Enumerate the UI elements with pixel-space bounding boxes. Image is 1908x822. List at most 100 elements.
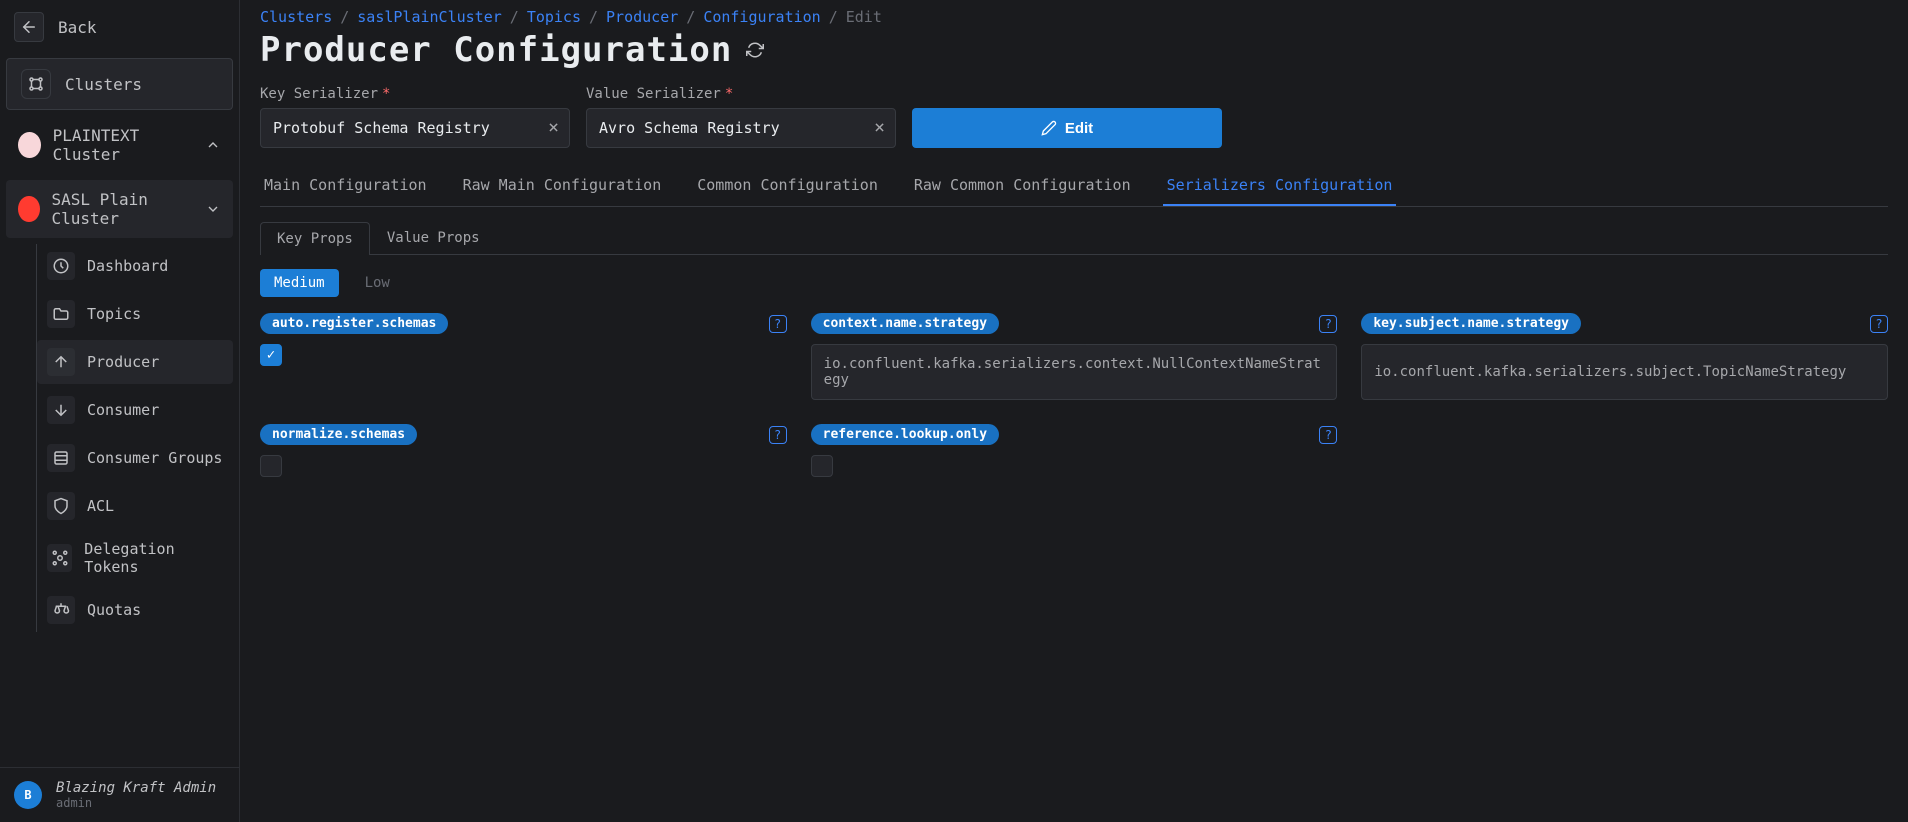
normalize-schemas-checkbox[interactable]: [260, 455, 282, 477]
help-icon[interactable]: ?: [769, 426, 787, 444]
help-icon[interactable]: ?: [1870, 315, 1888, 333]
filter-low[interactable]: Low: [351, 269, 404, 297]
edit-button-label: Edit: [1065, 120, 1093, 137]
key-serializer-label: Key Serializer*: [260, 86, 570, 102]
dashboard-icon: [47, 252, 75, 280]
importance-filters: Medium Low: [260, 269, 1888, 297]
subtab-key-props[interactable]: Key Props: [260, 222, 370, 255]
cluster-sub-items: Dashboard Topics Producer Consumer: [36, 244, 239, 632]
avatar: B: [14, 781, 42, 809]
key-serializer-select[interactable]: Protobuf Schema Registry ×: [260, 108, 570, 148]
breadcrumb: Clusters / saslPlainCluster / Topics / P…: [260, 8, 1888, 26]
key-serializer-value: Protobuf Schema Registry: [273, 119, 490, 137]
sidebar-item-label: Quotas: [87, 601, 141, 619]
producer-icon: [47, 348, 75, 376]
help-icon[interactable]: ?: [1319, 315, 1337, 333]
consumer-icon: [47, 396, 75, 424]
clear-icon[interactable]: ×: [874, 119, 885, 137]
props-grid: auto.register.schemas ? context.name.str…: [260, 313, 1888, 477]
clusters-icon: [21, 69, 51, 99]
config-tabs: Main Configuration Raw Main Configuratio…: [260, 166, 1888, 207]
sidebar-footer[interactable]: B Blazing Kraft Admin admin: [0, 767, 239, 822]
controls-row: Key Serializer* Protobuf Schema Registry…: [260, 86, 1888, 148]
crumb-cluster-name[interactable]: saslPlainCluster: [357, 8, 502, 26]
filter-medium[interactable]: Medium: [260, 269, 339, 297]
back-arrow-icon: [14, 12, 44, 42]
cluster-sasl[interactable]: SASL Plain Cluster: [6, 180, 233, 238]
title-row: Producer Configuration: [260, 30, 1888, 70]
value-serializer-label: Value Serializer*: [586, 86, 896, 102]
prop-key-subject-name-strategy: key.subject.name.strategy ? io.confluent…: [1361, 313, 1888, 400]
edit-button[interactable]: Edit: [912, 108, 1222, 148]
value-serializer-select[interactable]: Avro Schema Registry ×: [586, 108, 896, 148]
prop-name-pill: normalize.schemas: [260, 424, 417, 445]
crumb-clusters[interactable]: Clusters: [260, 8, 332, 26]
tab-raw-main-configuration[interactable]: Raw Main Configuration: [459, 166, 666, 206]
prop-name-pill: key.subject.name.strategy: [1361, 313, 1581, 334]
crumb-sep: /: [686, 8, 695, 26]
pencil-icon: [1041, 120, 1057, 136]
clear-icon[interactable]: ×: [548, 119, 559, 137]
sidebar-top: Back Clusters PLAINTEXT Cluster SASL Pla…: [0, 0, 239, 767]
prop-name-pill: context.name.strategy: [811, 313, 999, 334]
prop-reference-lookup-only: reference.lookup.only ?: [811, 424, 1338, 477]
sidebar-item-acl[interactable]: ACL: [37, 484, 233, 528]
chevron-down-icon: [205, 201, 221, 217]
prop-name-pill: auto.register.schemas: [260, 313, 448, 334]
key-subject-name-strategy-input[interactable]: io.confluent.kafka.serializers.subject.T…: [1361, 344, 1888, 400]
back-button[interactable]: Back: [0, 0, 239, 54]
sidebar-item-label: Dashboard: [87, 257, 168, 275]
sidebar-item-dashboard[interactable]: Dashboard: [37, 244, 233, 288]
cluster-plaintext[interactable]: PLAINTEXT Cluster: [6, 116, 233, 174]
reference-lookup-only-checkbox[interactable]: [811, 455, 833, 477]
delegation-tokens-icon: [47, 544, 72, 572]
clusters-label: Clusters: [65, 75, 142, 94]
crumb-sep: /: [340, 8, 349, 26]
quotas-icon: [47, 596, 75, 624]
sidebar-item-label: Topics: [87, 305, 141, 323]
prop-name-pill: reference.lookup.only: [811, 424, 999, 445]
sidebar: Back Clusters PLAINTEXT Cluster SASL Pla…: [0, 0, 240, 822]
crumb-producer[interactable]: Producer: [606, 8, 678, 26]
consumer-groups-icon: [47, 444, 75, 472]
cluster-sasl-label: SASL Plain Cluster: [52, 190, 195, 228]
required-asterisk: *: [725, 86, 733, 102]
sidebar-item-delegation-tokens[interactable]: Delegation Tokens: [37, 532, 233, 584]
main-content: Clusters / saslPlainCluster / Topics / P…: [240, 0, 1908, 822]
crumb-sep: /: [829, 8, 838, 26]
sidebar-item-consumer-groups[interactable]: Consumer Groups: [37, 436, 233, 480]
tab-main-configuration[interactable]: Main Configuration: [260, 166, 431, 206]
crumb-configuration[interactable]: Configuration: [703, 8, 820, 26]
auto-register-schemas-checkbox[interactable]: [260, 344, 282, 366]
sidebar-item-quotas[interactable]: Quotas: [37, 588, 233, 632]
cluster-plaintext-label: PLAINTEXT Cluster: [53, 126, 195, 164]
sidebar-item-topics[interactable]: Topics: [37, 292, 233, 336]
help-icon[interactable]: ?: [769, 315, 787, 333]
user-info: Blazing Kraft Admin admin: [56, 780, 216, 810]
prop-auto-register-schemas: auto.register.schemas ?: [260, 313, 787, 400]
prop-context-name-strategy: context.name.strategy ? io.confluent.kaf…: [811, 313, 1338, 400]
required-asterisk: *: [382, 86, 390, 102]
sidebar-item-label: Consumer: [87, 401, 159, 419]
crumb-topics[interactable]: Topics: [527, 8, 581, 26]
crumb-sep: /: [510, 8, 519, 26]
refresh-icon[interactable]: [746, 41, 764, 59]
sidebar-item-label: Producer: [87, 353, 159, 371]
context-name-strategy-input[interactable]: io.confluent.kafka.serializers.context.N…: [811, 344, 1338, 400]
sidebar-item-label: Consumer Groups: [87, 449, 222, 467]
acl-icon: [47, 492, 75, 520]
cluster-status-dot-icon: [18, 196, 40, 222]
tab-common-configuration[interactable]: Common Configuration: [693, 166, 882, 206]
sidebar-item-clusters[interactable]: Clusters: [6, 58, 233, 110]
sidebar-item-producer[interactable]: Producer: [37, 340, 233, 384]
subtab-value-props[interactable]: Value Props: [370, 221, 497, 254]
tab-serializers-configuration[interactable]: Serializers Configuration: [1163, 166, 1397, 206]
help-icon[interactable]: ?: [1319, 426, 1337, 444]
user-name: Blazing Kraft Admin: [56, 780, 216, 796]
key-serializer-field: Key Serializer* Protobuf Schema Registry…: [260, 86, 570, 148]
prop-normalize-schemas: normalize.schemas ?: [260, 424, 787, 477]
value-serializer-value: Avro Schema Registry: [599, 119, 780, 137]
tab-raw-common-configuration[interactable]: Raw Common Configuration: [910, 166, 1135, 206]
cluster-status-dot-icon: [18, 132, 41, 158]
sidebar-item-consumer[interactable]: Consumer: [37, 388, 233, 432]
